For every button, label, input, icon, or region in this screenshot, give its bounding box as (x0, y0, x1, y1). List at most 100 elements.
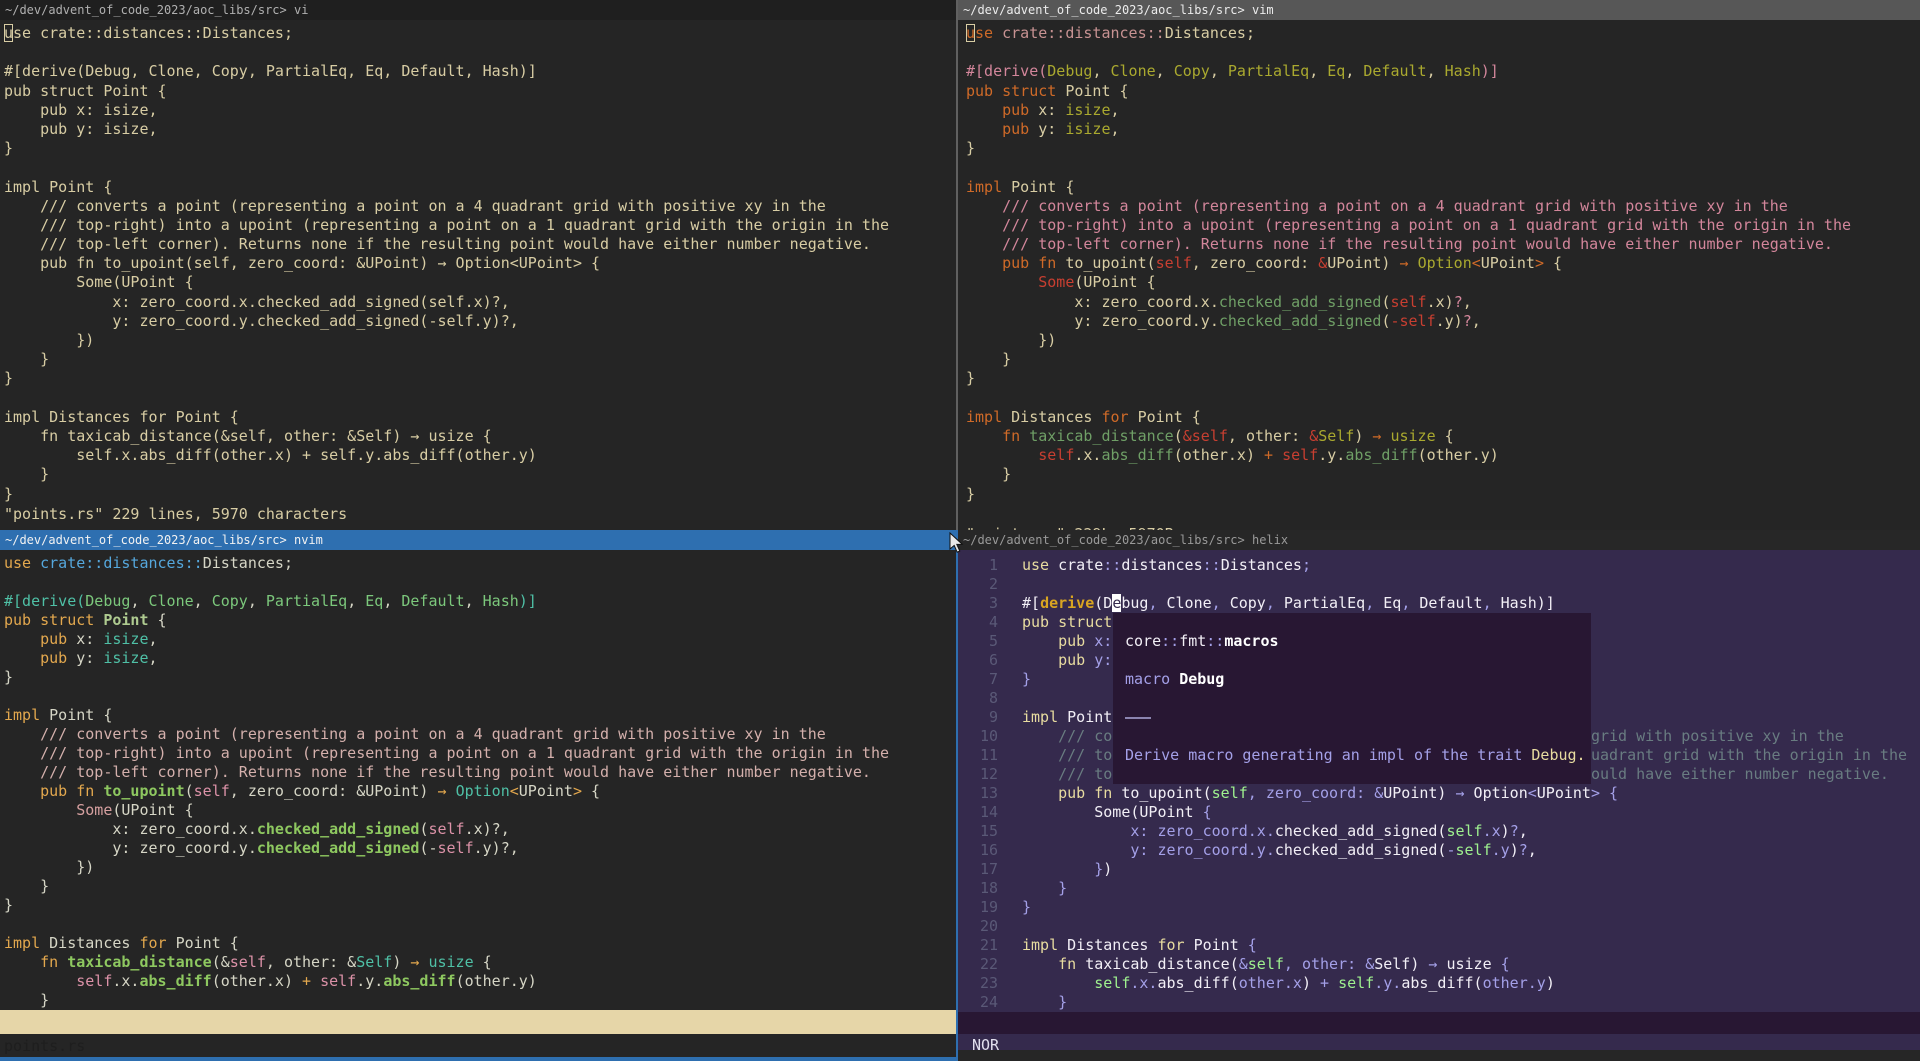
code-line[interactable]: fn taxicab_distance(&self, other: &Self)… (966, 427, 1920, 446)
vim-code-area[interactable]: use crate::distances::Distances;#[derive… (958, 24, 1920, 504)
code-line[interactable]: 18 } (958, 879, 1920, 898)
code-line[interactable]: pub fn to_upoint(self, zero_coord: &UPoi… (966, 254, 1920, 273)
code-line[interactable]: use crate::distances::Distances; (4, 554, 956, 573)
code-line[interactable]: macro Debug (1125, 670, 1591, 689)
code-line[interactable]: #[derive(Debug, Clone, Copy, PartialEq, … (4, 592, 956, 611)
code-line[interactable]: 14 Some(UPoint { (958, 803, 1920, 822)
pane-helix[interactable]: ~/dev/advent_of_code_2023/aoc_libs/src> … (958, 530, 1920, 1061)
code-line[interactable] (1125, 613, 1591, 632)
code-line[interactable]: Some(UPoint { (966, 273, 1920, 292)
code-line[interactable]: y: zero_coord.y.checked_add_signed(-self… (4, 839, 956, 858)
code-line[interactable]: 13 pub fn to_upoint(self, zero_coord: &U… (958, 784, 1920, 803)
code-line[interactable]: 19} (958, 898, 1920, 917)
code-line[interactable]: use crate::distances::Distances; (966, 24, 1920, 43)
code-line[interactable]: pub y: isize, (4, 120, 956, 139)
nvim-code-area[interactable]: use crate::distances::Distances;#[derive… (0, 554, 956, 1010)
code-line[interactable] (1125, 727, 1591, 746)
code-line[interactable]: core::fmt::macros (1125, 632, 1591, 651)
code-line[interactable]: 15 x: zero_coord.x.checked_add_signed(se… (958, 822, 1920, 841)
pane-divider-vertical-bottom-focused[interactable] (956, 530, 958, 1061)
code-line[interactable]: } (966, 369, 1920, 388)
code-line[interactable]: 22 fn taxicab_distance(&self, other: &Se… (958, 955, 1920, 974)
code-line[interactable]: y: zero_coord.y.checked_add_signed(-self… (966, 312, 1920, 331)
code-line[interactable]: x: zero_coord.x.checked_add_signed(self.… (4, 293, 956, 312)
code-line[interactable]: 21impl Distances for Point { (958, 936, 1920, 955)
pane-vi[interactable]: ~/dev/advent_of_code_2023/aoc_libs/src> … (0, 0, 956, 530)
pane-helix-titlebar[interactable]: ~/dev/advent_of_code_2023/aoc_libs/src> … (958, 530, 1920, 550)
code-line[interactable]: /// top-right) into a upoint (representi… (4, 216, 956, 235)
code-line[interactable]: } (4, 896, 956, 915)
pane-vim[interactable]: ~/dev/advent_of_code_2023/aoc_libs/src> … (958, 0, 1920, 530)
code-line[interactable]: self.x.abs_diff(other.x) + self.y.abs_di… (4, 972, 956, 991)
code-line[interactable]: } (4, 668, 956, 687)
code-line[interactable]: 16 y: zero_coord.y.checked_add_signed(-s… (958, 841, 1920, 860)
code-line[interactable]: x: zero_coord.x.checked_add_signed(self.… (4, 820, 956, 839)
code-line[interactable]: 20 (958, 917, 1920, 936)
code-line[interactable]: #[derive(Debug, Clone, Copy, PartialEq, … (966, 62, 1920, 81)
code-line[interactable]: pub struct Point { (4, 611, 956, 630)
code-line[interactable]: } (4, 350, 956, 369)
code-line[interactable]: 2 (958, 575, 1920, 594)
code-line[interactable]: use crate::distances::Distances; (4, 24, 956, 43)
code-line[interactable]: Derive macro generating an impl of the t… (1125, 746, 1591, 765)
code-line[interactable]: impl Distances for Point { (4, 934, 956, 953)
pane-vim-titlebar[interactable]: ~/dev/advent_of_code_2023/aoc_libs/src> … (958, 0, 1920, 20)
code-line[interactable] (1125, 765, 1591, 784)
code-line[interactable]: 1use crate::distances::Distances; (958, 556, 1920, 575)
code-line[interactable]: } (4, 465, 956, 484)
code-line[interactable]: /// top-left corner). Returns none if th… (966, 235, 1920, 254)
code-line[interactable] (966, 158, 1920, 177)
code-line[interactable]: /// converts a point (representing a poi… (966, 197, 1920, 216)
code-line[interactable]: self.x.abs_diff(other.x) + self.y.abs_di… (4, 446, 956, 465)
code-line[interactable]: } (966, 465, 1920, 484)
code-line[interactable] (4, 915, 956, 934)
code-line[interactable]: } (4, 369, 956, 388)
code-line[interactable] (4, 389, 956, 408)
code-line[interactable]: pub struct Point { (966, 82, 1920, 101)
code-line[interactable]: Some(UPoint { (4, 273, 956, 292)
code-line[interactable] (4, 43, 956, 62)
code-line[interactable]: fn taxicab_distance(&self, other: &Self)… (4, 427, 956, 446)
code-line[interactable]: pub fn to_upoint(self, zero_coord: &UPoi… (4, 782, 956, 801)
vi-code-area[interactable]: use crate::distances::Distances;#[derive… (0, 24, 956, 504)
code-line[interactable]: 17 }) (958, 860, 1920, 879)
code-line[interactable]: } (4, 485, 956, 504)
code-line[interactable] (1125, 708, 1591, 727)
code-line[interactable]: pub y: isize, (4, 649, 956, 668)
code-line[interactable]: self.x.abs_diff(other.x) + self.y.abs_di… (966, 446, 1920, 465)
code-line[interactable]: /// top-right) into a upoint (representi… (4, 744, 956, 763)
code-line[interactable]: x: zero_coord.x.checked_add_signed(self.… (966, 293, 1920, 312)
code-line[interactable]: #[derive(Debug, Clone, Copy, PartialEq, … (4, 62, 956, 81)
code-line[interactable]: 24 } (958, 993, 1920, 1012)
code-line[interactable]: /// top-left corner). Returns none if th… (4, 763, 956, 782)
code-line[interactable]: impl Point { (966, 178, 1920, 197)
code-line[interactable]: }) (966, 331, 1920, 350)
code-line[interactable]: } (4, 139, 956, 158)
code-line[interactable]: y: zero_coord.y.checked_add_signed(-self… (4, 312, 956, 331)
pane-nvim-titlebar[interactable]: ~/dev/advent_of_code_2023/aoc_libs/src> … (0, 530, 956, 550)
code-line[interactable]: pub x: isize, (4, 101, 956, 120)
code-line[interactable]: pub x: isize, (4, 630, 956, 649)
code-line[interactable]: Some(UPoint { (4, 801, 956, 820)
code-line[interactable] (966, 43, 1920, 62)
code-line[interactable]: pub x: isize, (966, 101, 1920, 120)
code-line[interactable] (4, 687, 956, 706)
code-line[interactable]: impl Point { (4, 706, 956, 725)
code-line[interactable]: }) (4, 858, 956, 877)
code-line[interactable] (4, 158, 956, 177)
code-line[interactable] (1125, 689, 1591, 708)
code-line[interactable]: /// converts a point (representing a poi… (4, 197, 956, 216)
code-line[interactable]: } (966, 139, 1920, 158)
code-line[interactable] (966, 389, 1920, 408)
code-line[interactable]: } (966, 350, 1920, 369)
code-line[interactable]: impl Point { (4, 178, 956, 197)
pane-vi-titlebar[interactable]: ~/dev/advent_of_code_2023/aoc_libs/src> … (0, 0, 956, 20)
code-line[interactable] (4, 573, 956, 592)
code-line[interactable]: }) (4, 331, 956, 350)
code-line[interactable]: impl Distances for Point { (966, 408, 1920, 427)
code-line[interactable]: pub struct Point { (4, 82, 956, 101)
code-line[interactable]: pub y: isize, (966, 120, 1920, 139)
code-line[interactable]: } (4, 991, 956, 1010)
pane-nvim[interactable]: ~/dev/advent_of_code_2023/aoc_libs/src> … (0, 530, 956, 1061)
code-line[interactable] (1125, 651, 1591, 670)
